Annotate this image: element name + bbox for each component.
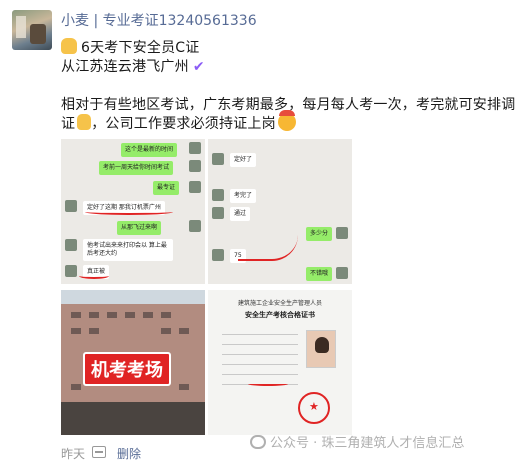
chat-bubble: 最专证 bbox=[153, 181, 180, 195]
check-mark-icon: ✔ bbox=[192, 59, 205, 75]
official-seal-icon bbox=[298, 392, 330, 424]
post-time: 昨天 bbox=[61, 447, 86, 461]
comment-more-icon[interactable] bbox=[92, 446, 106, 458]
chat-bubble: 考前一周天给你时间考试 bbox=[99, 161, 174, 175]
red-underline bbox=[238, 235, 298, 261]
post-line-4: 证，公司工作要求必须持证上岗 bbox=[61, 110, 296, 133]
chat-bubble: 从那飞过来啊 bbox=[117, 221, 162, 235]
exam-room-tag: 机考考场 bbox=[83, 352, 171, 386]
waving-hand-icon bbox=[61, 38, 77, 54]
red-underline bbox=[248, 382, 288, 386]
red-underline bbox=[85, 209, 173, 215]
post-line-2: 从江苏连云港飞广州 ✔ bbox=[61, 59, 205, 75]
chat-avatar bbox=[212, 189, 224, 201]
chat-avatar bbox=[336, 227, 348, 239]
certificate-title: 安全生产考核合格证书 bbox=[245, 311, 315, 319]
photo-chat-screenshot-2[interactable]: 定好了 考完了 通过 多少分 75 不错哦 bbox=[208, 139, 352, 284]
chat-avatar bbox=[336, 267, 348, 279]
wechat-icon bbox=[250, 435, 266, 449]
delete-link[interactable]: 删除 bbox=[117, 445, 141, 462]
chat-bubble: 多少分 bbox=[306, 227, 333, 241]
chat-bubble: 定好了 bbox=[230, 153, 257, 167]
watermark: 公众号 · 珠三角建筑人才信息汇总 bbox=[250, 432, 464, 451]
chat-avatar bbox=[189, 160, 201, 172]
post-line-1: 6天考下安全员C证 bbox=[61, 37, 199, 57]
chat-bubble: 考完了 bbox=[230, 189, 257, 203]
certificate-portrait bbox=[306, 330, 336, 368]
chat-avatar bbox=[212, 249, 224, 261]
party-face-icon bbox=[277, 110, 296, 131]
chat-bubble: 他考试出来来打印会以 算上最后考还大约 bbox=[83, 239, 173, 261]
chat-avatar bbox=[212, 207, 224, 219]
certificate-header: 建筑施工企业安全生产管理人员 bbox=[237, 300, 322, 307]
victory-hand-icon bbox=[77, 114, 92, 130]
chat-avatar bbox=[189, 181, 201, 193]
chat-bubble: 通过 bbox=[230, 207, 251, 221]
chat-bubble: 这个是最新的时间 bbox=[121, 143, 178, 157]
chat-bubble: 不错哦 bbox=[306, 267, 333, 281]
photo-chat-screenshot-1[interactable]: 这个是最新的时间 考前一周天给你时间考试 最专证 定好了这期 那我订机票广州 从… bbox=[61, 139, 205, 284]
photo-exam-building[interactable]: 机考考场 bbox=[61, 290, 205, 435]
chat-avatar bbox=[65, 265, 77, 277]
photo-certificate[interactable]: 建筑施工企业安全生产管理人员 安全生产考核合格证书 bbox=[208, 290, 352, 435]
chat-avatar bbox=[212, 153, 224, 165]
chat-avatar bbox=[189, 142, 201, 154]
chat-avatar bbox=[65, 239, 77, 251]
red-underline bbox=[79, 273, 109, 279]
chat-avatar bbox=[189, 220, 201, 232]
chat-avatar bbox=[65, 200, 77, 212]
author-name[interactable]: 小麦 | 专业考证13240561336 bbox=[61, 10, 257, 30]
author-avatar[interactable] bbox=[12, 10, 52, 50]
